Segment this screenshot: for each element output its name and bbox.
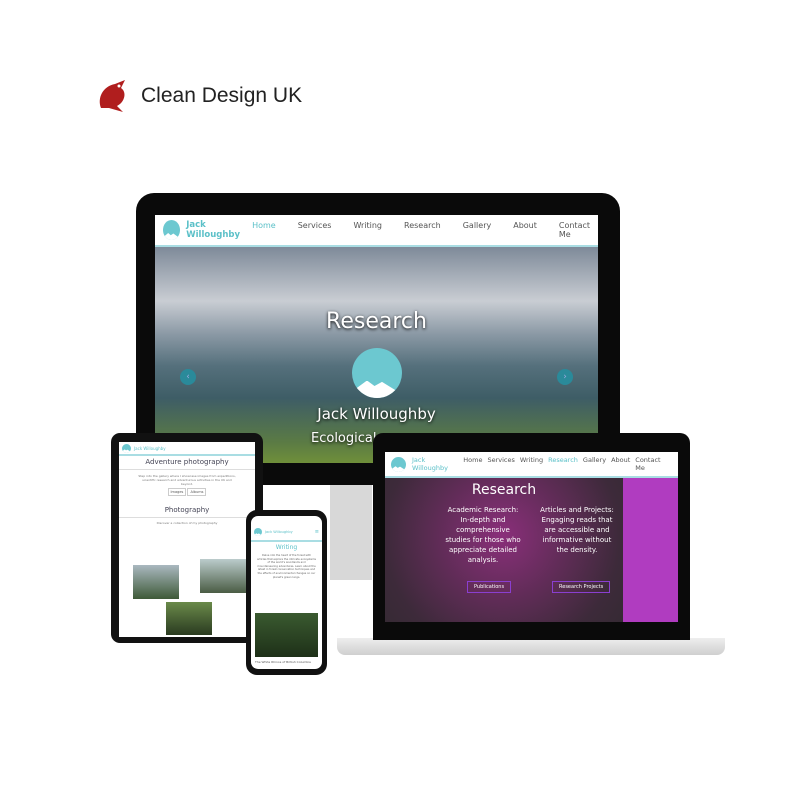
site-name: Jack Willoughby: [186, 220, 241, 240]
research-projects-button[interactable]: Research Projects: [552, 581, 611, 593]
site-name: Jack Willoughby: [265, 530, 293, 534]
nav-writing[interactable]: Writing: [353, 221, 382, 239]
site-logo-icon: [163, 220, 181, 240]
gallery-photo[interactable]: [200, 559, 246, 593]
tablet-screen: Jack Willoughby Adventure photography St…: [119, 442, 255, 637]
nav-about[interactable]: About: [611, 456, 630, 472]
tablet: Jack Willoughby Adventure photography St…: [111, 433, 263, 643]
red-dragon-icon: [99, 80, 125, 112]
brand: Clean Design UK: [95, 78, 302, 114]
phone: Jack Willoughby ≡ Writing Delve into the…: [246, 510, 327, 675]
hero-title: Research: [326, 309, 427, 334]
nav-gallery[interactable]: Gallery: [583, 456, 606, 472]
hero-subtitle: Ecological: [311, 431, 377, 446]
publications-button[interactable]: Publications: [467, 581, 512, 593]
site-name: Jack Willoughby: [411, 456, 449, 472]
nav-gallery[interactable]: Gallery: [463, 221, 492, 239]
gallery-photo[interactable]: [166, 602, 212, 635]
photography-text: Discover a collection of my photography: [156, 521, 218, 525]
brand-name: Clean Design UK: [141, 84, 303, 107]
phone-navbar: Jack Willoughby ≡: [251, 524, 322, 542]
site-logo-icon: [122, 443, 131, 453]
laptop-screen: Jack Willoughby Home Services Writing Re…: [385, 452, 678, 622]
monitor-stand: [330, 480, 372, 580]
adventure-heading: Adventure photography: [119, 458, 255, 470]
phone-screen: Jack Willoughby ≡ Writing Delve into the…: [251, 516, 322, 669]
academic-research-text: Academic Research: In-depth and comprehe…: [445, 506, 521, 564]
monitor-screen: Jack Willoughby Home Services Writing Re…: [155, 215, 598, 463]
nav-research[interactable]: Research: [404, 221, 441, 239]
nav-services[interactable]: Services: [487, 456, 514, 472]
writing-heading: Writing: [275, 544, 298, 551]
nav-home[interactable]: Home: [252, 221, 276, 239]
nav-contact[interactable]: Contact Me: [635, 456, 672, 472]
hero-name: Jack Willoughby: [317, 405, 436, 423]
research-section: Research Academic Research: In-depth and…: [385, 478, 678, 622]
site-logo-icon: [391, 456, 406, 472]
adventure-intro: Step into the gallery where I showcase i…: [138, 474, 236, 486]
site-name: Jack Willoughby: [134, 445, 166, 451]
nav-writing[interactable]: Writing: [520, 456, 543, 472]
nav-about[interactable]: About: [513, 221, 537, 239]
nav-research[interactable]: Research: [548, 456, 578, 472]
hero-logo-icon: [352, 348, 402, 398]
tablet-navbar: Jack Willoughby: [119, 442, 255, 456]
hero-banner: Research Jack Willoughby Ecological ‹ ›: [155, 247, 598, 463]
forest-photo[interactable]: [255, 613, 318, 657]
laptop-navbar: Jack Willoughby Home Services Writing Re…: [385, 452, 678, 478]
carousel-next-button[interactable]: ›: [557, 369, 573, 385]
laptop: Jack Willoughby Home Services Writing Re…: [373, 433, 690, 640]
menu-icon[interactable]: ≡: [315, 529, 319, 535]
laptop-base: [337, 638, 725, 655]
albums-button[interactable]: Albums: [187, 488, 207, 496]
gallery-photo[interactable]: [133, 565, 179, 599]
images-button[interactable]: Images: [167, 488, 187, 496]
site-logo-icon: [254, 528, 262, 536]
monitor-navbar: Jack Willoughby Home Services Writing Re…: [155, 215, 598, 247]
nav-home[interactable]: Home: [463, 456, 482, 472]
writing-text: Delve into the heart of the forest with …: [257, 554, 316, 579]
photo-caption: The White Rhinos of British Columbia: [255, 660, 311, 664]
nav-contact[interactable]: Contact Me: [559, 221, 590, 239]
research-title: Research: [471, 482, 537, 498]
photography-heading: Photography: [119, 506, 255, 518]
carousel-prev-button[interactable]: ‹: [180, 369, 196, 385]
nav-services[interactable]: Services: [298, 221, 332, 239]
articles-projects-text: Articles and Projects: Engaging reads th…: [540, 506, 614, 554]
